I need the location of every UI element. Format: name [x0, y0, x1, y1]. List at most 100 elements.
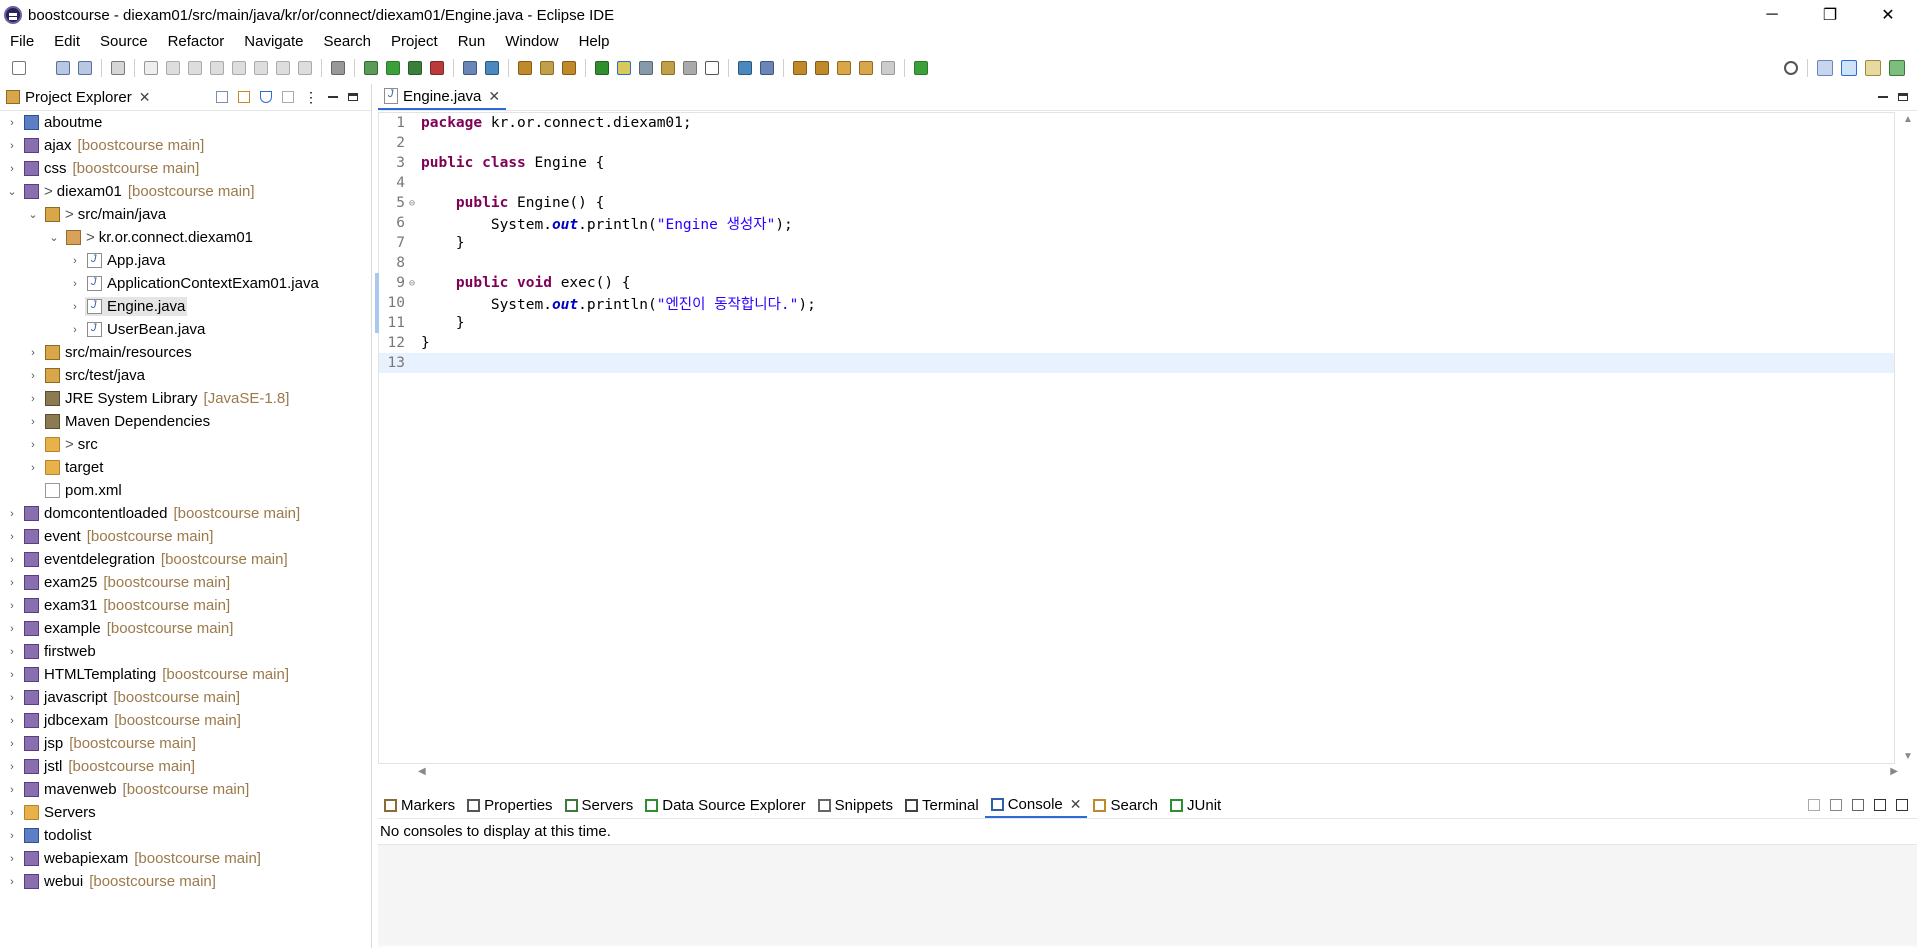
tree-item-firstweb[interactable]: › firstweb — [0, 640, 371, 663]
coverage-icon[interactable] — [408, 61, 422, 75]
highlight-icon[interactable] — [639, 61, 653, 75]
skip-breakpoints-icon[interactable] — [144, 61, 158, 75]
code-line[interactable]: 10 System.out.println("엔진이 동작합니다."); — [375, 293, 1894, 313]
chevron-right-icon[interactable]: › — [6, 761, 18, 773]
tab-servers[interactable]: Servers — [559, 792, 640, 818]
toggle-breakpoint-icon[interactable] — [331, 61, 345, 75]
chevron-down-icon[interactable]: ⌄ — [27, 208, 39, 221]
menu-project[interactable]: Project — [381, 33, 448, 50]
java-ee-perspective-icon[interactable] — [1841, 60, 1857, 76]
tree-item-engine-java[interactable]: › Engine.java — [0, 295, 371, 318]
maximize-panel-icon[interactable] — [1896, 799, 1908, 811]
close-icon[interactable]: ✕ — [1070, 796, 1082, 813]
link-with-editor-icon[interactable] — [238, 91, 250, 103]
chevron-right-icon[interactable]: › — [27, 370, 39, 382]
restore-button[interactable]: ❐ — [1801, 0, 1859, 30]
tree-item-webapiexam[interactable]: › webapiexam [boostcourse main] — [0, 847, 371, 870]
scroll-down-icon[interactable]: ▼ — [1903, 751, 1913, 762]
tab-console[interactable]: Console ✕ — [984, 792, 1088, 818]
tree-item-jstl[interactable]: › jstl [boostcourse main] — [0, 755, 371, 778]
chevron-right-icon[interactable]: › — [6, 646, 18, 658]
resume-icon[interactable] — [166, 61, 180, 75]
dropdown-icon[interactable] — [34, 61, 48, 75]
back-icon[interactable] — [859, 61, 873, 75]
tab-data-source-explorer[interactable]: Data Source Explorer — [639, 792, 811, 818]
tree-item-javascript[interactable]: › javascript [boostcourse main] — [0, 686, 371, 709]
code-line[interactable]: 6 System.out.println("Engine 생성자"); — [379, 213, 1894, 233]
tree-item-userbean-java[interactable]: › UserBean.java — [0, 318, 371, 341]
java-perspective-icon[interactable] — [1865, 60, 1881, 76]
menu-navigate[interactable]: Navigate — [234, 33, 313, 50]
open-task-icon[interactable] — [540, 61, 554, 75]
tree-item-webui[interactable]: › webui [boostcourse main] — [0, 870, 371, 893]
new-icon[interactable] — [12, 61, 26, 75]
step-return-icon[interactable] — [298, 61, 312, 75]
tree-item-example[interactable]: › example [boostcourse main] — [0, 617, 371, 640]
tree-item-pom-xml[interactable]: pom.xml — [0, 479, 371, 502]
code-line[interactable]: 9 ⊖ public void exec() { — [375, 273, 1894, 293]
close-icon[interactable]: ✕ — [488, 88, 500, 105]
code-line[interactable]: 8 — [379, 253, 1894, 273]
tree-item-eventdelegration[interactable]: › eventdelegration [boostcourse main] — [0, 548, 371, 571]
tree-item-exam31[interactable]: › exam31 [boostcourse main] — [0, 594, 371, 617]
tree-item-src-test-java[interactable]: › src/test/java — [0, 364, 371, 387]
chevron-right-icon[interactable]: › — [69, 255, 81, 267]
tree-item-kr-or-connect-diexam01[interactable]: ⌄ > kr.or.connect.diexam01 — [0, 226, 371, 249]
chevron-right-icon[interactable]: › — [6, 531, 18, 543]
tree-item-todolist[interactable]: › todolist — [0, 824, 371, 847]
fold-toggle-icon[interactable]: ⊖ — [409, 278, 421, 289]
tree-item-app-java[interactable]: › App.java — [0, 249, 371, 272]
save-icon[interactable] — [56, 61, 70, 75]
new-server-icon[interactable] — [463, 61, 477, 75]
chevron-right-icon[interactable]: › — [6, 876, 18, 888]
view-menu-icon[interactable]: ⋮ — [304, 89, 318, 106]
tree-item-target[interactable]: › target — [0, 456, 371, 479]
menu-edit[interactable]: Edit — [44, 33, 90, 50]
chevron-right-icon[interactable]: › — [6, 669, 18, 681]
chevron-right-icon[interactable]: › — [6, 140, 18, 152]
chevron-right-icon[interactable]: › — [69, 301, 81, 313]
terminate-icon[interactable] — [210, 61, 224, 75]
close-icon[interactable]: ✕ — [139, 89, 151, 106]
open-console-icon[interactable] — [111, 61, 125, 75]
open-perspective-icon[interactable] — [1817, 60, 1833, 76]
scroll-up-icon[interactable]: ▲ — [1903, 114, 1913, 125]
tree-item-diexam01[interactable]: ⌄ > diexam01 [boostcourse main] — [0, 180, 371, 203]
forward-icon[interactable] — [881, 61, 895, 75]
tab-engine-java[interactable]: Engine.java ✕ — [378, 84, 507, 110]
minimize-panel-icon[interactable] — [1874, 799, 1886, 811]
code-line[interactable]: 7 } — [379, 233, 1894, 253]
menu-search[interactable]: Search — [313, 33, 381, 50]
code-line[interactable]: 4 — [379, 173, 1894, 193]
new-class-icon[interactable] — [485, 61, 499, 75]
tab-search[interactable]: Search — [1087, 792, 1164, 818]
menu-refactor[interactable]: Refactor — [158, 33, 235, 50]
minimize-button[interactable]: ─ — [1743, 0, 1801, 30]
menu-source[interactable]: Source — [90, 33, 158, 50]
tree-item-css[interactable]: › css [boostcourse main] — [0, 157, 371, 180]
chevron-right-icon[interactable]: › — [27, 347, 39, 359]
code-line[interactable]: 3 public class Engine { — [379, 153, 1894, 173]
focus-icon[interactable] — [282, 91, 294, 103]
tree-item-ajax[interactable]: › ajax [boostcourse main] — [0, 134, 371, 157]
show-whitespace-icon[interactable] — [705, 61, 719, 75]
chevron-down-icon[interactable]: ⌄ — [48, 231, 60, 244]
vertical-scrollbar[interactable]: ▲ ▼ — [1897, 112, 1917, 764]
minimize-panel-icon[interactable] — [328, 96, 338, 98]
code-line[interactable]: 2 — [379, 133, 1894, 153]
last-edit-icon[interactable] — [837, 61, 851, 75]
step-over-icon[interactable] — [276, 61, 290, 75]
chevron-right-icon[interactable]: › — [6, 784, 18, 796]
tree-item-src[interactable]: › > src — [0, 433, 371, 456]
chevron-right-icon[interactable]: › — [27, 393, 39, 405]
open-type-icon[interactable] — [518, 61, 532, 75]
code-line[interactable]: 12} — [379, 333, 1894, 353]
debug-perspective-icon[interactable] — [1889, 60, 1905, 76]
next-annotation-icon[interactable] — [793, 61, 807, 75]
chevron-right-icon[interactable]: › — [6, 715, 18, 727]
tree-item-maven-dependencies[interactable]: › Maven Dependencies — [0, 410, 371, 433]
filter-icon[interactable] — [260, 91, 272, 103]
chevron-right-icon[interactable]: › — [6, 163, 18, 175]
minimize-editor-icon[interactable] — [1878, 96, 1888, 98]
external-tools-icon[interactable] — [430, 61, 444, 75]
